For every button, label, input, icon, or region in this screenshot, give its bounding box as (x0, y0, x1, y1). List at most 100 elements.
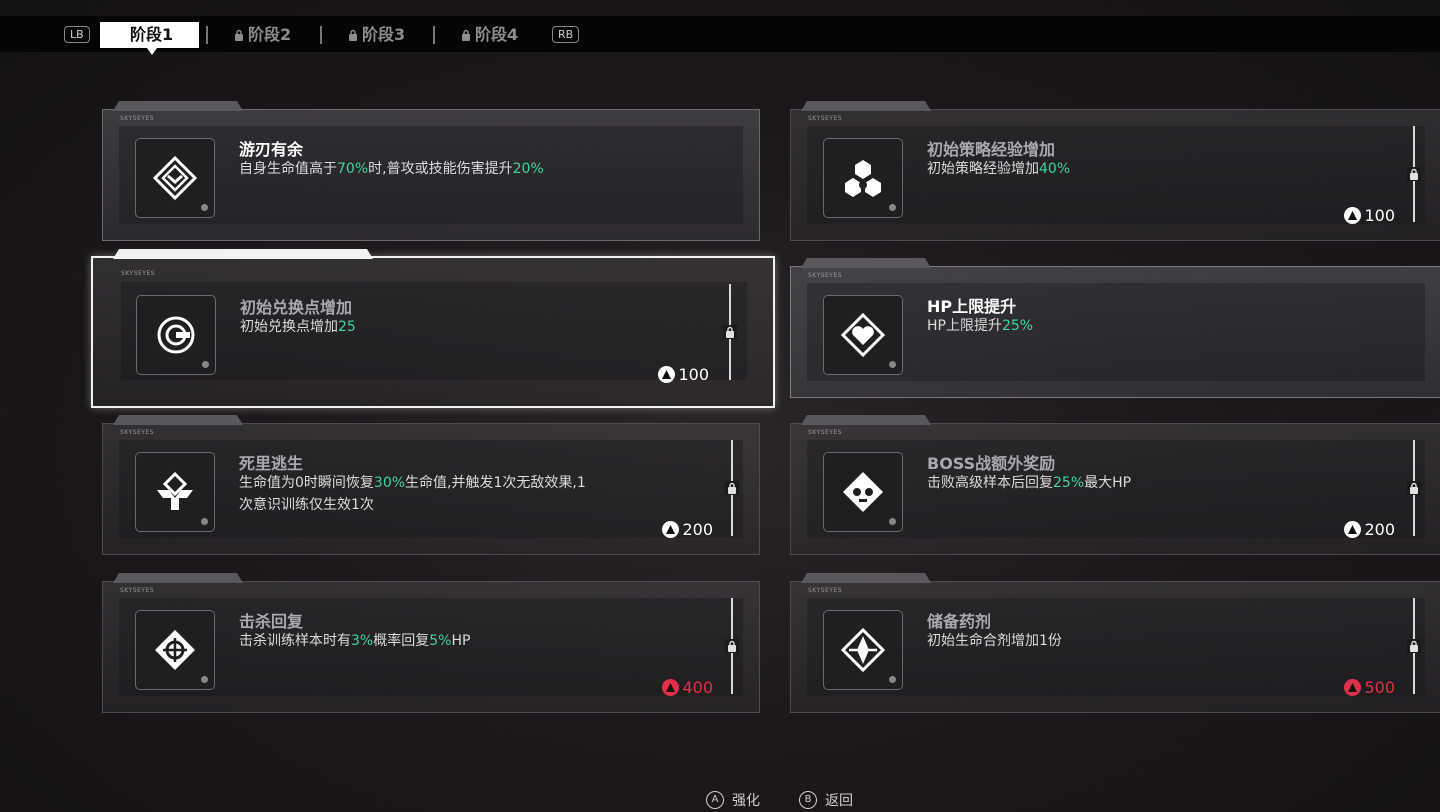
lock-icon (462, 29, 470, 41)
confirm-hint[interactable]: A 强化 (706, 790, 760, 810)
card-code: SKYSEYES (808, 115, 843, 122)
lb-button[interactable]: LB (64, 26, 90, 43)
skill-icon-frame (823, 138, 903, 218)
upgrade-card-5[interactable]: SKYSEYES 死里逃生 生命值为0时瞬间恢复30%生命值,并触发1次无敌效果… (102, 415, 760, 555)
cost-value: 200 (1364, 520, 1395, 539)
cost-display: 400 (662, 678, 713, 697)
card-title: HP上限提升 (927, 297, 1017, 316)
cost-value: 100 (678, 365, 709, 384)
card-description: 生命值为0时瞬间恢复30%生命值,并触发1次无敌效果,1次意识训练仅生效1次 (239, 475, 586, 513)
tab-stage-1-label: 阶段1 (130, 25, 174, 44)
card-title: 游刃有余 (239, 140, 304, 159)
tab-divider (433, 26, 435, 44)
upgrade-card-3[interactable]: SKYSEYES 初始兑换点增加 初始兑换点增加25 100 (91, 249, 775, 408)
lock-icon (723, 325, 737, 339)
upgrade-card-7[interactable]: SKYSEYES 击杀回复 击杀训练样本时有3%概率回复5%HP 400 (102, 573, 760, 713)
confirm-label: 强化 (732, 793, 760, 809)
tab-stage-2[interactable]: 阶段2 (234, 22, 291, 48)
card-header-tab (801, 101, 931, 111)
skill-icon-frame (823, 295, 903, 375)
card-description: 初始策略经验增加40% (927, 161, 1071, 177)
cost-display: 200 (662, 520, 713, 539)
card-code: SKYSEYES (120, 587, 155, 594)
currency-icon (662, 521, 680, 538)
card-code: SKYSEYES (120, 115, 155, 122)
card-title: BOSS战额外奖励 (927, 454, 1056, 473)
currency-icon (662, 679, 680, 696)
card-code: SKYSEYES (808, 429, 843, 436)
card-title: 击杀回复 (239, 612, 304, 631)
back-label: 返回 (825, 793, 853, 809)
card-header-tab (113, 249, 373, 259)
card-header-tab (113, 415, 243, 425)
cost-display: 100 (658, 365, 709, 384)
card-title: 初始兑换点增加 (240, 298, 353, 317)
b-button-icon: B (799, 791, 817, 809)
card-description: 初始生命合剂增加1份 (927, 633, 1062, 649)
tab-divider (206, 26, 208, 44)
card-description: 初始兑换点增加25 (240, 319, 356, 335)
currency-icon (1344, 521, 1362, 538)
upgrade-card-2[interactable]: SKYSEYES 初始策略经验增加 初始策略经验增加40% 100 (790, 101, 1440, 241)
tab-stage-4-label: 阶段4 (475, 25, 519, 44)
skill-icon-frame (823, 452, 903, 532)
exchange-point-icon (157, 316, 195, 354)
card-header-tab (801, 258, 931, 268)
diamond-skill-icon (152, 155, 198, 201)
tab-stage-3-label: 阶段3 (362, 25, 406, 44)
card-description: 自身生命值高于70%时,普攻或技能伤害提升20% (239, 161, 544, 177)
lock-icon (1407, 639, 1421, 653)
a-button-icon: A (706, 791, 724, 809)
skill-icon-frame (135, 138, 215, 218)
currency-icon (1344, 679, 1362, 696)
card-description: 击杀训练样本时有3%概率回复5%HP (239, 633, 471, 649)
lock-icon (235, 29, 243, 41)
cost-value: 500 (1364, 678, 1395, 697)
tab-stage-4[interactable]: 阶段4 (461, 22, 518, 48)
card-header-tab (113, 101, 243, 111)
card-code: SKYSEYES (120, 429, 155, 436)
card-description: HP上限提升25% (927, 318, 1034, 334)
currency-icon (658, 366, 676, 383)
upgrade-card-1[interactable]: SKYSEYES 游刃有余 自身生命值高于70%时,普攻或技能伤害提升20% (102, 101, 760, 241)
kill-recovery-icon (155, 630, 195, 670)
revive-icon (157, 471, 193, 510)
hexagon-cluster-icon (845, 160, 881, 197)
cost-display: 200 (1344, 520, 1395, 539)
card-code: SKYSEYES (808, 272, 843, 279)
skill-icon-frame (136, 295, 216, 375)
stage-tab-bar: LB 阶段1 阶段2 阶段3 阶段4 RB (0, 16, 1440, 55)
cost-value: 400 (682, 678, 713, 697)
card-title: 储备药剂 (927, 612, 992, 631)
card-code: SKYSEYES (121, 270, 156, 277)
skill-icon-frame (823, 610, 903, 690)
tab-stage-1[interactable]: 阶段1 (100, 22, 200, 55)
tab-divider (320, 26, 322, 44)
lock-icon (1407, 167, 1421, 181)
cost-display: 100 (1344, 206, 1395, 225)
tab-stage-2-label: 阶段2 (248, 25, 292, 44)
card-code: SKYSEYES (808, 587, 843, 594)
card-title: 死里逃生 (239, 454, 304, 473)
upgrade-card-4[interactable]: SKYSEYES HP上限提升 HP上限提升25% (790, 258, 1440, 398)
skill-icon-frame (135, 610, 215, 690)
card-description: 击败高级样本后回复25%最大HP (927, 475, 1132, 491)
boss-skull-icon (843, 472, 883, 512)
rb-button[interactable]: RB (552, 26, 580, 43)
upgrade-card-8[interactable]: SKYSEYES 储备药剂 初始生命合剂增加1份 500 (790, 573, 1440, 713)
card-header-tab (801, 415, 931, 425)
upgrade-card-6[interactable]: SKYSEYES BOSS战额外奖励 击败高级样本后回复25%最大HP 200 (790, 415, 1440, 555)
card-header-tab (113, 573, 243, 583)
skill-icon-frame (135, 452, 215, 532)
card-header-tab (801, 573, 931, 583)
cost-value: 200 (682, 520, 713, 539)
potion-crystal-icon (840, 627, 886, 673)
cost-display: 500 (1344, 678, 1395, 697)
cost-value: 100 (1364, 206, 1395, 225)
lock-icon (1407, 481, 1421, 495)
back-hint[interactable]: B 返回 (799, 790, 853, 810)
tab-stage-3[interactable]: 阶段3 (348, 22, 405, 48)
card-title: 初始策略经验增加 (927, 140, 1056, 159)
heart-diamond-icon (840, 312, 886, 358)
currency-icon (1344, 207, 1362, 224)
